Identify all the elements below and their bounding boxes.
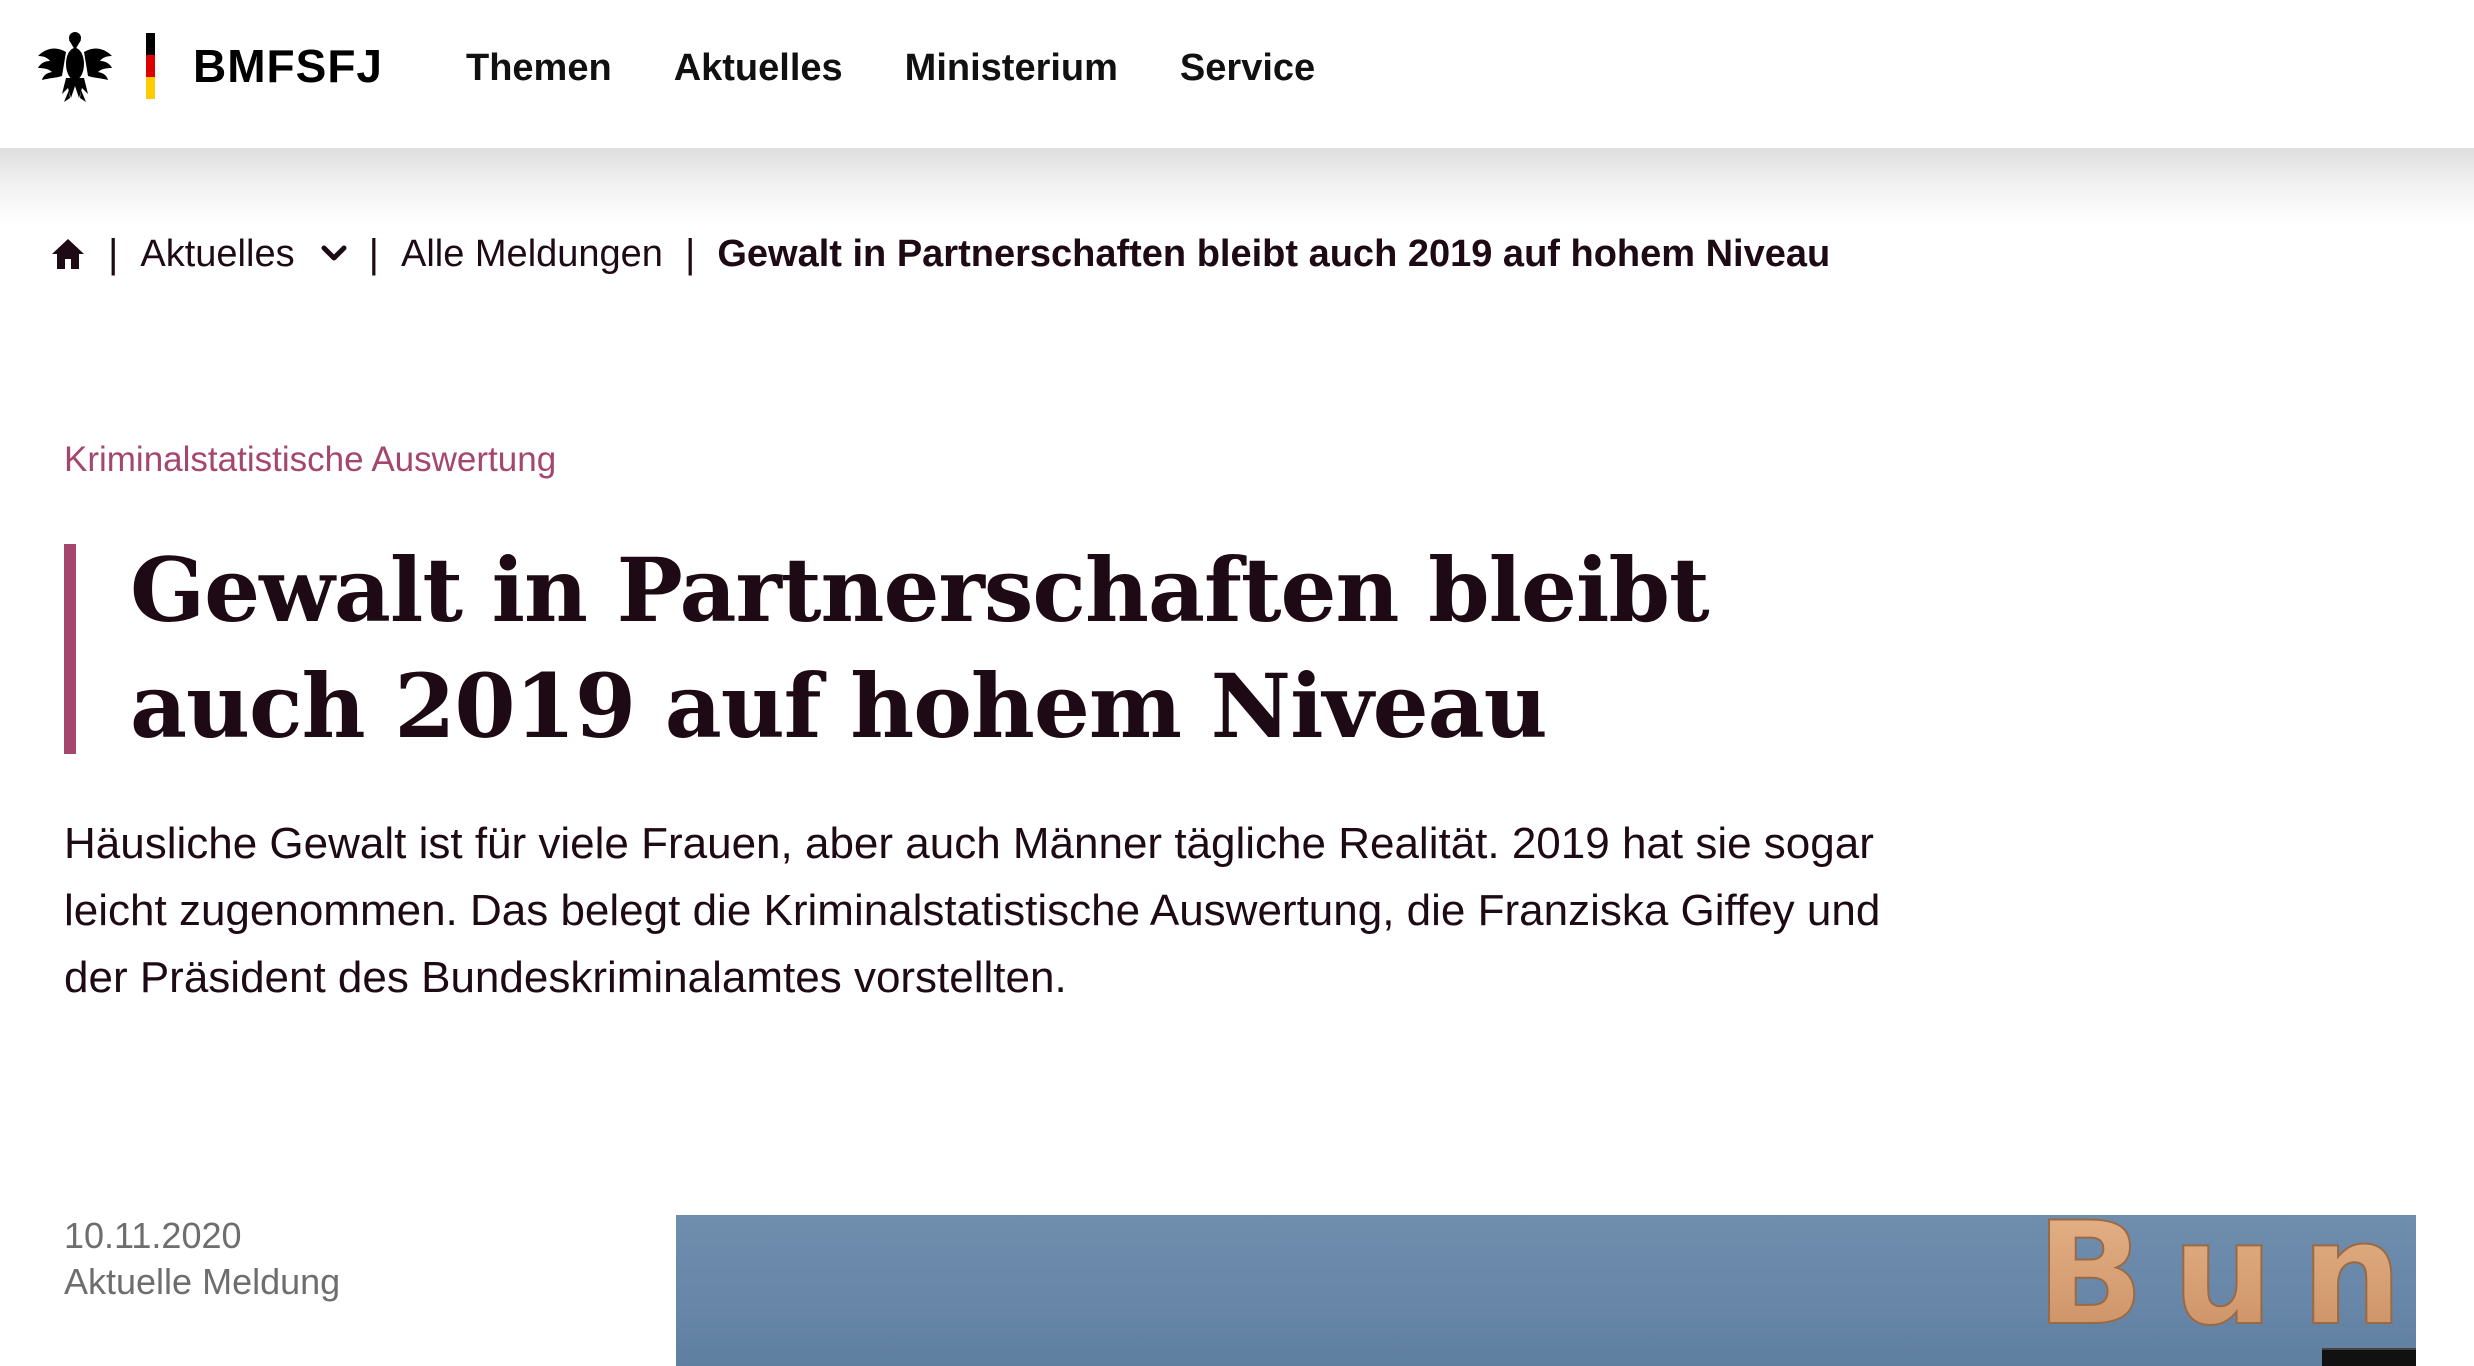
corner-overlay [2322, 1348, 2416, 1366]
article-date: 10.11.2020 [64, 1215, 242, 1256]
nav-item-ministerium[interactable]: Ministerium [905, 47, 1118, 90]
image-sign-text: Bundespress [2036, 1215, 2416, 1357]
breadcrumb-item-aktuelles[interactable]: Aktuelles [140, 233, 294, 276]
breadcrumb: | Aktuelles | Alle Meldungen | Gewalt in… [50, 222, 1830, 286]
breadcrumb-separator: | [684, 231, 696, 276]
site-logo-link[interactable]: BMFSFJ [36, 28, 383, 104]
breadcrumb-separator: | [368, 231, 379, 276]
breadcrumb-home-link[interactable] [50, 236, 86, 272]
bundespresse-sign: Bundespress [2035, 1215, 2416, 1358]
federal-eagle-icon [38, 32, 112, 102]
chevron-down-icon[interactable] [321, 245, 347, 263]
home-icon [52, 239, 84, 269]
nav-item-service[interactable]: Service [1180, 47, 1315, 90]
article-lead: Häusliche Gewalt ist für viele Frauen, a… [64, 819, 1881, 1002]
main-nav: Themen Aktuelles Ministerium Service [466, 40, 1377, 96]
brand-name: BMFSFJ [193, 40, 383, 92]
site-header: BMFSFJ Themen Aktuelles Ministerium Serv… [0, 0, 2474, 148]
article-meta: 10.11.2020 Aktuelle Meldung [64, 1213, 340, 1305]
page-title: Gewalt in Partnerschaften bleibt auch 20… [130, 538, 1710, 758]
header-shadow [0, 148, 2474, 226]
article-kicker: Kriminalstatistische Auswertung [64, 440, 557, 479]
breadcrumb-item-alle-meldungen[interactable]: Alle Meldungen [401, 233, 663, 276]
nav-item-aktuelles[interactable]: Aktuelles [674, 47, 843, 90]
breadcrumb-aktuelles-dropdown[interactable]: Aktuelles [140, 233, 347, 276]
breadcrumb-separator: | [108, 231, 119, 276]
article-type: Aktuelle Meldung [64, 1261, 341, 1302]
nav-item-themen[interactable]: Themen [466, 47, 612, 90]
article-headline-block: Gewalt in Partnerschaften bleibt auch 20… [64, 538, 1824, 758]
breadcrumb-current: Gewalt in Partnerschaften bleibt auch 20… [717, 232, 1831, 275]
article-image: Bundespress [676, 1215, 2416, 1366]
german-flag-stripe [146, 33, 155, 99]
